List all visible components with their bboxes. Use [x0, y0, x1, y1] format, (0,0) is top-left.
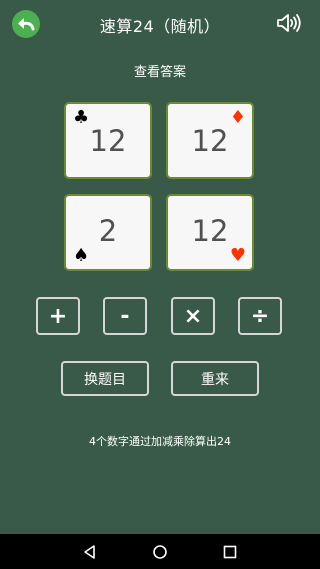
card-2[interactable]: ♦ 12 — [166, 102, 254, 179]
plus-button[interactable]: + — [36, 297, 80, 335]
spades-icon: ♠ — [73, 245, 90, 266]
speaker-icon — [277, 14, 301, 32]
sound-button[interactable] — [276, 13, 304, 33]
triangle-back-icon — [84, 545, 95, 559]
system-nav-bar — [0, 534, 320, 569]
hint-text: 4个数字通过加减乘除算出24 — [89, 435, 231, 448]
card-value: 2 — [98, 214, 118, 248]
card-1[interactable]: ♣ 12 — [64, 102, 152, 179]
card-value: 12 — [89, 124, 127, 158]
square-recents-icon — [223, 545, 237, 559]
show-answer-link[interactable]: 查看答案 — [0, 61, 320, 80]
hearts-icon: ♥ — [229, 245, 246, 266]
divide-button[interactable]: ÷ — [238, 297, 282, 335]
card-value: 12 — [191, 124, 229, 158]
nav-home-button[interactable] — [150, 543, 170, 561]
card-value: 12 — [191, 214, 229, 248]
multiply-button[interactable]: × — [171, 297, 215, 335]
nav-back-button[interactable] — [80, 543, 100, 561]
minus-button[interactable]: - — [103, 297, 147, 335]
page-title: 速算24（随机） — [99, 17, 221, 36]
reset-button[interactable]: 重来 — [171, 361, 259, 396]
card-4[interactable]: 12 ♥ — [166, 194, 254, 271]
change-question-button[interactable]: 换题目 — [61, 361, 149, 396]
circle-home-icon — [153, 545, 167, 559]
card-3[interactable]: 2 ♠ — [64, 194, 152, 271]
header-bar: 速算24（随机） — [0, 0, 320, 46]
nav-recents-button[interactable] — [220, 543, 240, 561]
